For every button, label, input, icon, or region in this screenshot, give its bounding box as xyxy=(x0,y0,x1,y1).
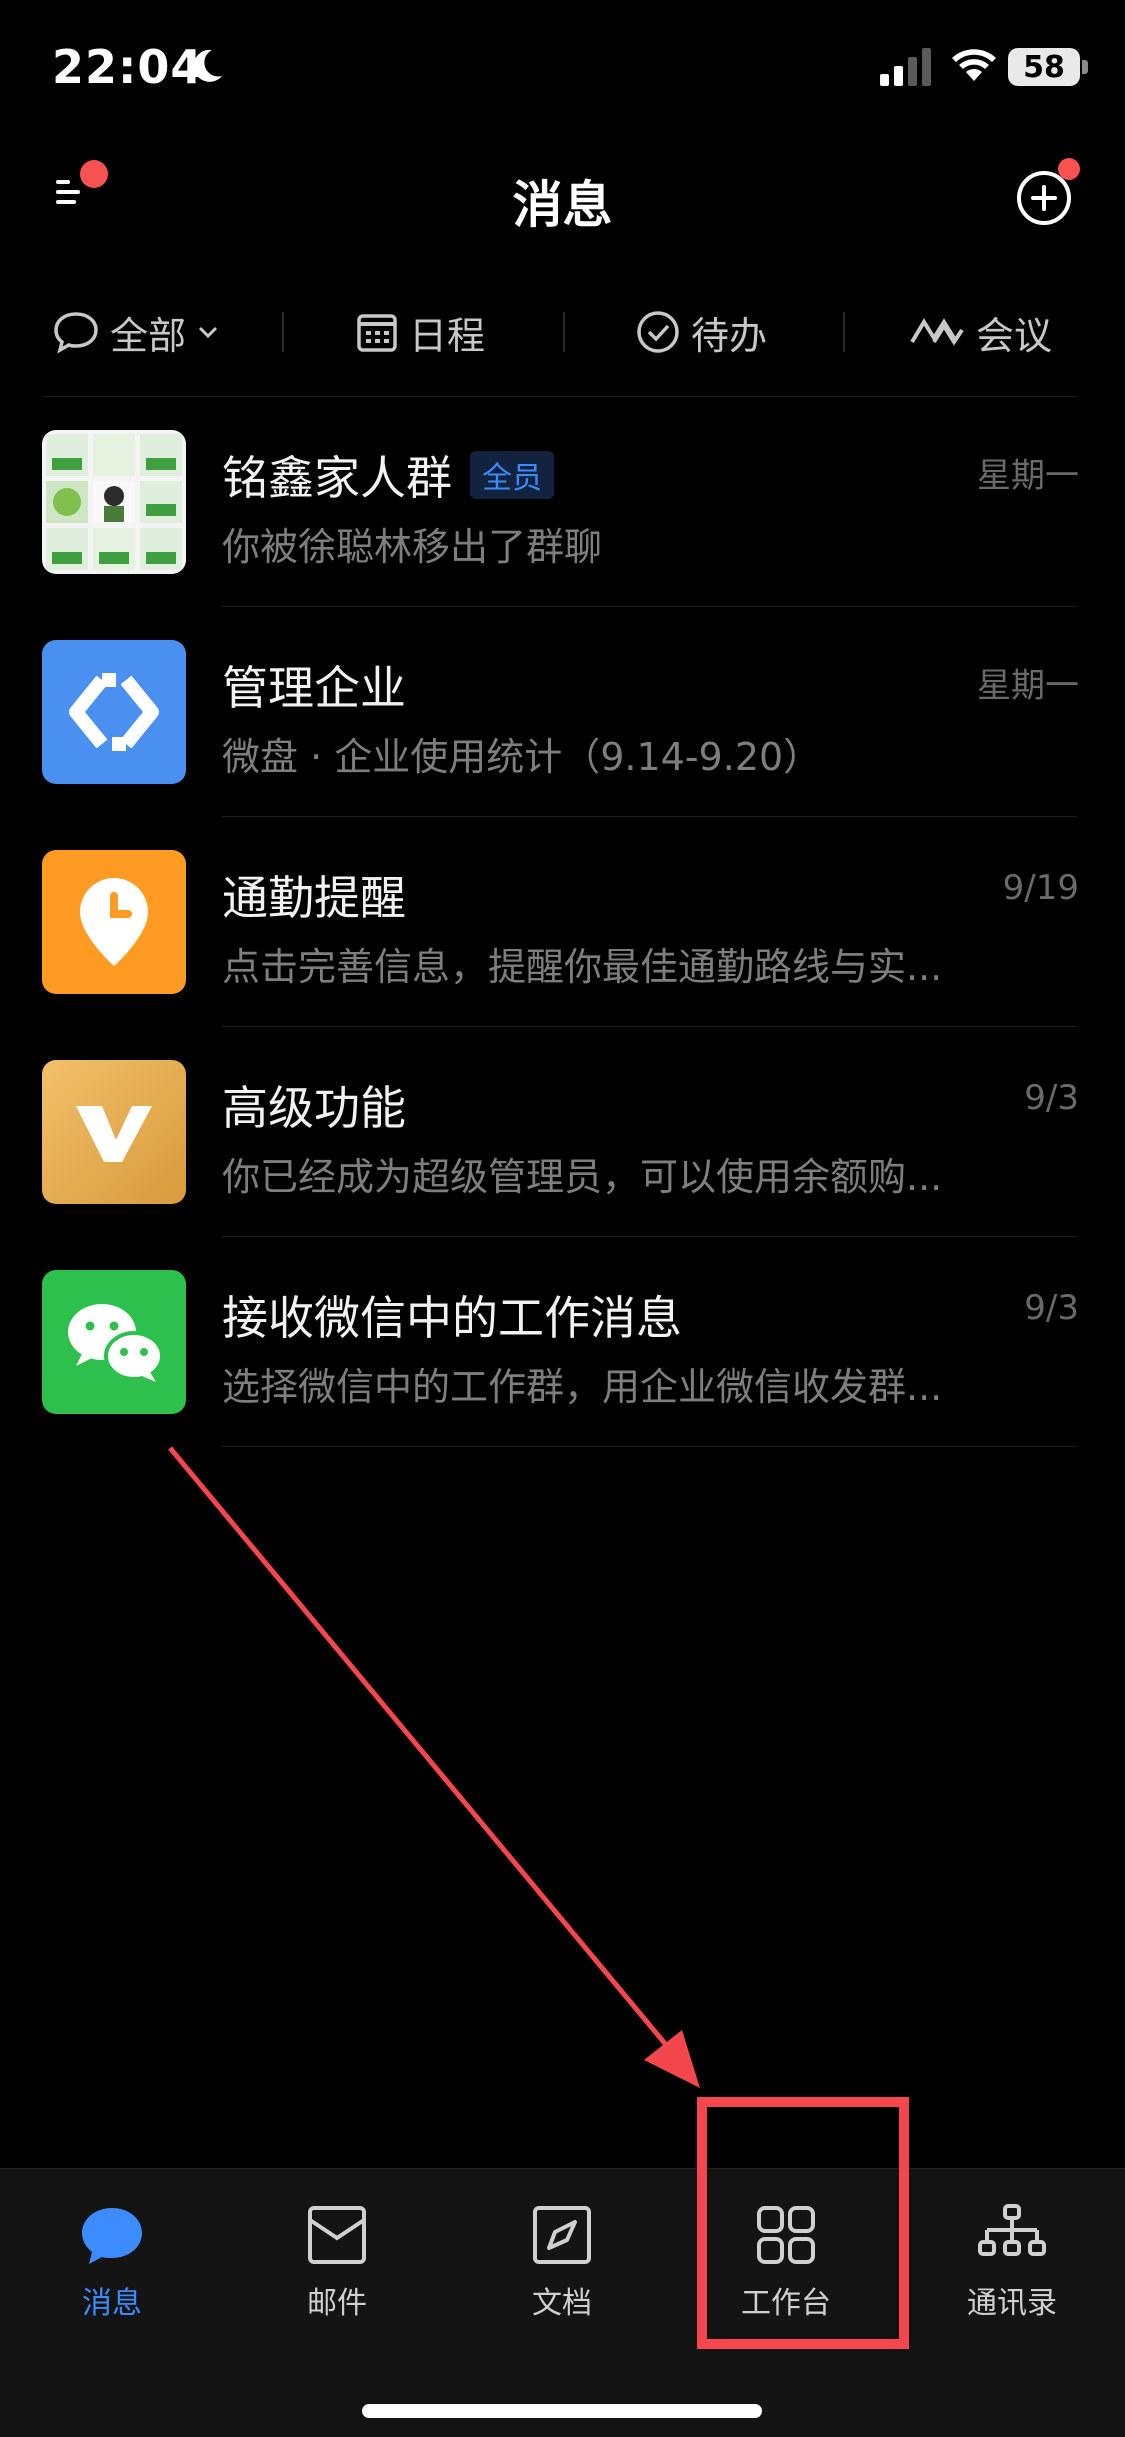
filter-meeting[interactable]: 会议 xyxy=(908,300,1052,364)
filter-schedule[interactable]: 日程 xyxy=(355,300,485,364)
check-circle-icon xyxy=(637,311,679,353)
chevron-down-icon xyxy=(198,326,218,339)
tab-messages[interactable]: 消息 xyxy=(32,2200,192,2322)
conversation-preview: 选择微信中的工作群，用企业微信收发群... xyxy=(222,1365,943,1409)
annotation-arrow-head xyxy=(644,2030,700,2088)
moon-icon xyxy=(193,49,222,82)
wechat-icon xyxy=(68,1304,164,1382)
cellular-signal-icon xyxy=(880,48,931,86)
battery-tip xyxy=(1082,60,1088,74)
document-icon xyxy=(533,2206,591,2264)
commute-avatar xyxy=(42,850,186,994)
manage-enterprise-avatar xyxy=(42,640,186,784)
row-divider xyxy=(222,816,1077,817)
advanced-features-avatar xyxy=(42,1060,186,1204)
tab-mail-label: 邮件 xyxy=(307,2286,367,2321)
filter-all-label: 全部 xyxy=(110,313,187,358)
conversation-preview: 你已经成为超级管理员，可以使用余额购... xyxy=(222,1155,943,1199)
conversation-preview: 点击完善信息，提醒你最佳通勤路线与实... xyxy=(222,945,943,989)
all-members-badge: 全员 xyxy=(470,451,554,499)
chat-bubble-icon xyxy=(54,312,98,354)
wifi-icon xyxy=(952,49,996,81)
conversation-time: 星期一 xyxy=(977,456,1079,496)
filter-divider xyxy=(563,312,565,352)
row-divider xyxy=(222,1236,1077,1237)
filter-divider xyxy=(282,312,284,352)
org-chart-icon xyxy=(978,2204,1046,2256)
page-title: 消息 xyxy=(512,176,613,234)
home-indicator xyxy=(362,2404,762,2418)
row-divider xyxy=(222,1446,1077,1447)
filter-todo[interactable]: 待办 xyxy=(635,300,767,364)
conversation-time: 9/19 xyxy=(1002,868,1079,908)
add-notification-dot xyxy=(1058,158,1080,180)
tab-docs[interactable]: 文档 xyxy=(482,2200,642,2322)
conversation-preview: 你被徐聪林移出了群聊 xyxy=(222,525,603,569)
conversation-preview: 微盘 · 企业使用统计（9.14-9.20） xyxy=(222,735,822,779)
group-avatar-image xyxy=(46,434,182,570)
conversation-item-manage-enterprise[interactable]: 管理企业 微盘 · 企业使用统计（9.14-9.20） 星期一 xyxy=(0,610,1125,820)
meeting-icon xyxy=(910,318,964,346)
conversation-title: 铭鑫家人群 全员 xyxy=(222,442,554,508)
grid-icon xyxy=(757,2206,815,2264)
conversation-item-commute-reminder[interactable]: 通勤提醒 点击完善信息，提醒你最佳通勤路线与实... 9/19 xyxy=(0,820,1125,1030)
conversation-name: 管理企业 xyxy=(222,661,406,715)
battery-indicator: 58 xyxy=(1008,48,1080,86)
chat-bubble-filled-icon xyxy=(82,2208,142,2264)
enterprise-logo-icon xyxy=(69,673,159,751)
conversation-item-wechat-work-messages[interactable]: 接收微信中的工作消息 选择微信中的工作群，用企业微信收发群... 9/3 xyxy=(0,1240,1125,1450)
location-clock-icon xyxy=(80,878,148,966)
conversation-item-advanced-features[interactable]: 高级功能 你已经成为超级管理员，可以使用余额购... 9/3 xyxy=(0,1030,1125,1240)
calendar-icon xyxy=(357,314,397,352)
tab-workbench[interactable]: 工作台 xyxy=(706,2200,866,2322)
divider xyxy=(42,396,1077,397)
conversation-time: 9/3 xyxy=(1024,1078,1079,1118)
tab-contacts[interactable]: 通讯录 xyxy=(932,2200,1092,2322)
filter-all[interactable]: 全部 xyxy=(52,300,232,364)
conversation-name: 接收微信中的工作消息 xyxy=(222,1291,682,1345)
annotation-arrow-line xyxy=(168,1446,674,2054)
row-divider xyxy=(222,606,1077,607)
tab-mail[interactable]: 邮件 xyxy=(257,2200,417,2322)
conversation-name: 高级功能 xyxy=(222,1081,406,1135)
mail-icon xyxy=(308,2206,366,2264)
tab-messages-label: 消息 xyxy=(82,2286,142,2321)
tab-contacts-label: 通讯录 xyxy=(967,2286,1057,2321)
filter-divider xyxy=(843,312,845,352)
conversation-item-family-group[interactable]: 铭鑫家人群 全员 你被徐聪林移出了群聊 星期一 xyxy=(0,400,1125,610)
conversation-time: 星期一 xyxy=(977,666,1079,706)
wechat-avatar xyxy=(42,1270,186,1414)
battery-level: 58 xyxy=(1023,49,1065,85)
status-time: 22:04 xyxy=(52,40,204,94)
tab-docs-label: 文档 xyxy=(532,2286,592,2321)
conversation-name: 通勤提醒 xyxy=(222,871,406,925)
vip-v-icon xyxy=(76,1106,152,1162)
filter-schedule-label: 日程 xyxy=(409,313,486,358)
row-divider xyxy=(222,1026,1077,1027)
filter-meeting-label: 会议 xyxy=(976,313,1053,358)
filter-todo-label: 待办 xyxy=(691,313,768,358)
conversation-name: 铭鑫家人群 xyxy=(222,451,452,505)
group-avatar xyxy=(42,430,186,574)
tab-workbench-label: 工作台 xyxy=(741,2286,831,2321)
conversation-time: 9/3 xyxy=(1024,1288,1079,1328)
